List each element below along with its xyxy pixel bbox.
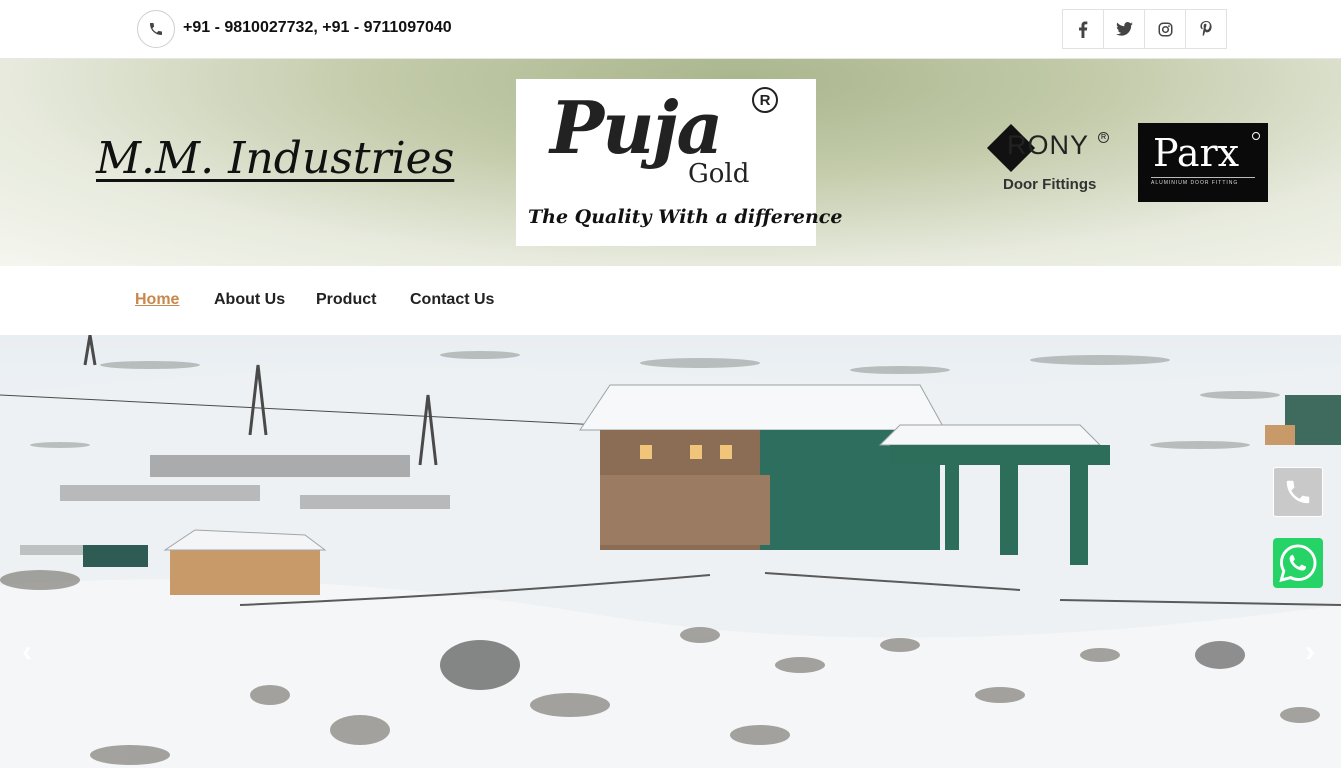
slider-prev-arrow[interactable]: ‹ xyxy=(22,635,32,669)
company-name[interactable]: M.M. Industries xyxy=(96,133,454,184)
top-bar: +91 - 9810027732, +91 - 9711097040 xyxy=(0,0,1341,59)
nav-item-product[interactable]: Product xyxy=(316,291,376,309)
crony-name: RONY xyxy=(1007,130,1090,160)
hero-slider: ‹ › xyxy=(0,335,1341,768)
social-links xyxy=(1062,9,1227,49)
pinterest-icon[interactable] xyxy=(1185,9,1227,49)
crony-subtitle: Door Fittings xyxy=(1003,176,1097,193)
floating-call-button[interactable] xyxy=(1273,467,1323,517)
slider-next-arrow[interactable]: › xyxy=(1305,635,1315,669)
nav-item-contact-us[interactable]: Contact Us xyxy=(410,291,494,309)
parx-name: Parx xyxy=(1153,131,1240,175)
logo-sub: Gold xyxy=(688,159,750,189)
registered-mark: R xyxy=(752,87,778,113)
nav-item-home[interactable]: Home xyxy=(135,291,179,309)
hero-snow-scene-image xyxy=(0,335,1341,768)
logo-tagline: The Quality With a difference xyxy=(528,206,843,228)
instagram-icon[interactable] xyxy=(1144,9,1186,49)
puja-gold-logo[interactable]: Puja R Gold The Quality With a differenc… xyxy=(516,79,842,246)
logo-brand: Puja xyxy=(550,85,723,170)
header-banner: M.M. Industries Puja R Gold The Quality … xyxy=(0,59,1341,266)
call-icon xyxy=(1286,480,1310,504)
parx-subtitle: ALUMINIUM DOOR FITTING xyxy=(1151,180,1239,186)
parx-logo: Parx ALUMINIUM DOOR FITTING xyxy=(1138,123,1268,202)
crony-registered-mark: R xyxy=(1098,132,1109,143)
nav-item-about-us[interactable]: About Us xyxy=(214,291,285,309)
crony-logo: RONY R Door Fittings xyxy=(985,123,1110,199)
phone-numbers: +91 - 9810027732, +91 - 9711097040 xyxy=(183,19,452,36)
whatsapp-icon xyxy=(1279,544,1317,583)
floating-whatsapp-button[interactable] xyxy=(1273,538,1323,588)
twitter-icon[interactable] xyxy=(1103,9,1145,49)
phone-icon xyxy=(137,10,175,48)
facebook-icon[interactable] xyxy=(1062,9,1104,49)
parx-registered-mark xyxy=(1252,132,1260,140)
parx-divider xyxy=(1151,177,1255,178)
main-nav: Home About Us Product Contact Us xyxy=(0,266,1341,335)
